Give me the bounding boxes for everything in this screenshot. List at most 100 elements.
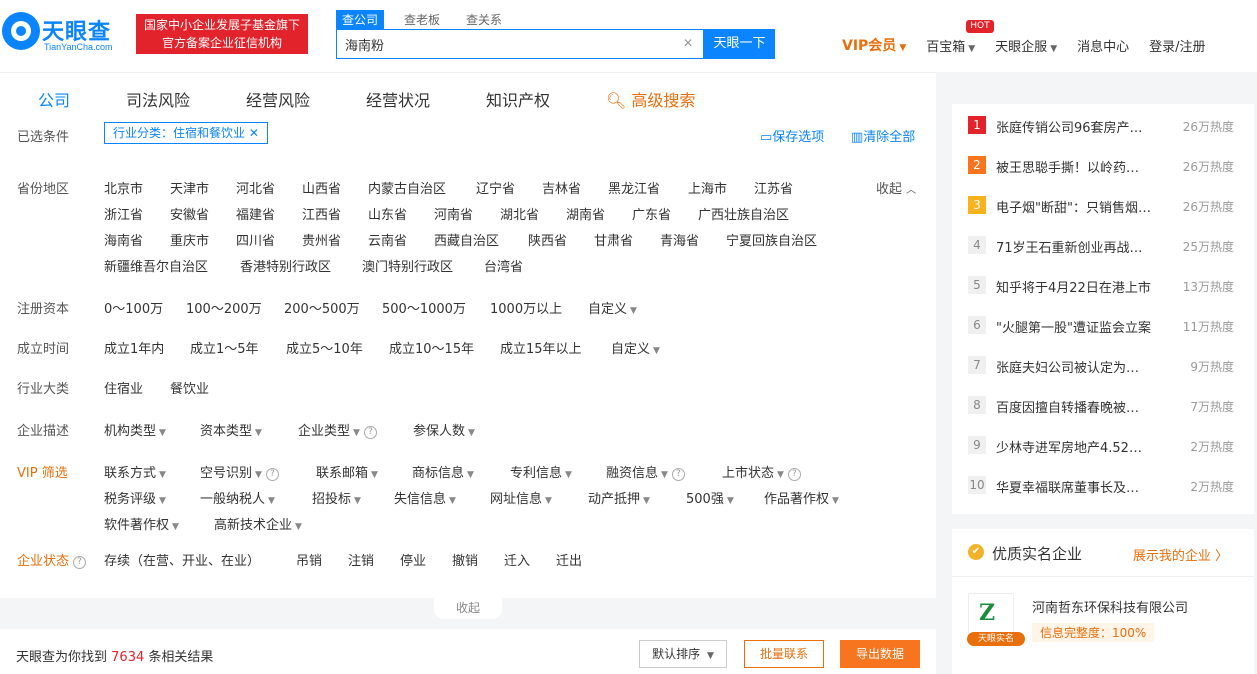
close-icon[interactable]: ✕ — [249, 126, 259, 140]
hot-title[interactable]: 百度因擅自转播春晚被… — [996, 397, 1156, 416]
province-option[interactable]: 澳门特别行政区 — [362, 256, 453, 275]
vip2-option[interactable]: 500强 ▼ — [686, 488, 734, 507]
search-button[interactable]: 天眼一下 — [704, 29, 775, 59]
message-center-link[interactable]: 消息中心 — [1077, 36, 1129, 55]
list-item[interactable]: 4 71岁王石重新创业再战… 25万热度 — [968, 236, 1248, 256]
province-option[interactable]: 广西壮族自治区 — [698, 204, 789, 223]
hot-title[interactable]: 71岁王石重新创业再战… — [996, 237, 1156, 256]
founded-option[interactable]: 成立5～10年 — [286, 338, 363, 357]
province-option[interactable]: 黑龙江省 — [608, 178, 660, 197]
status-option[interactable]: 撤销 — [452, 550, 478, 569]
login-register-link[interactable]: 登录/注册 — [1149, 36, 1205, 55]
province-option[interactable]: 香港特别行政区 — [240, 256, 331, 275]
desc-option[interactable]: 参保人数 ▼ — [413, 420, 475, 439]
province-option[interactable]: 甘肃省 — [594, 230, 633, 249]
founded-option[interactable]: 成立10～15年 — [389, 338, 474, 357]
list-item[interactable]: 2 被王思聪手撕！以岭药… 26万热度 — [968, 156, 1248, 176]
province-option[interactable]: 浙江省 — [104, 204, 143, 223]
vip1-option[interactable]: 联系方式 ▼ — [104, 462, 166, 481]
vip3-option[interactable]: 软件著作权 ▼ — [104, 514, 179, 533]
capital-option[interactable]: 100～200万 — [186, 298, 262, 317]
desc-option[interactable]: 企业类型 ▼? — [298, 420, 377, 439]
hot-title[interactable]: 被王思聪手撕！以岭药… — [996, 157, 1156, 176]
province-option[interactable]: 江苏省 — [754, 178, 793, 197]
province-option[interactable]: 天津市 — [170, 178, 209, 197]
vip2-option[interactable]: 网址信息 ▼ — [490, 488, 552, 507]
search-tab-company[interactable]: 查公司 — [336, 10, 385, 29]
status-option[interactable]: 迁入 — [504, 550, 530, 569]
vip1-option[interactable]: 融资信息 ▼? — [606, 462, 685, 481]
province-option[interactable]: 台湾省 — [484, 256, 523, 275]
province-option[interactable]: 宁夏回族自治区 — [726, 230, 817, 249]
province-option[interactable]: 四川省 — [236, 230, 275, 249]
province-option[interactable]: 上海市 — [688, 178, 727, 197]
list-item[interactable]: 8 百度因擅自转播春晚被… 7万热度 — [968, 396, 1248, 416]
list-item[interactable]: 6 "火腿第一股"遭证监会立案 11万热度 — [968, 316, 1248, 336]
industry-option[interactable]: 住宿业 — [104, 378, 143, 397]
vip1-option[interactable]: 专利信息 ▼ — [510, 462, 572, 481]
vip2-option[interactable]: 税务评级 ▼ — [104, 488, 166, 507]
province-option[interactable]: 吉林省 — [542, 178, 581, 197]
show-my-company-link[interactable]: 展示我的企业 〉 — [1133, 545, 1228, 564]
province-option[interactable]: 安徽省 — [170, 204, 209, 223]
help-icon[interactable]: ? — [787, 468, 801, 481]
hot-title[interactable]: 张庭传销公司96套房产… — [996, 117, 1156, 136]
vip2-option[interactable]: 失信信息 ▼ — [394, 488, 456, 507]
tab-company[interactable]: 公司 — [38, 87, 70, 111]
province-option[interactable]: 湖北省 — [500, 204, 539, 223]
province-option[interactable]: 福建省 — [236, 204, 275, 223]
company-logo[interactable]: Z 天眼实名 — [967, 593, 1025, 646]
status-option[interactable]: 存续（在营、开业、在业） — [104, 550, 260, 569]
qifu-menu[interactable]: 天眼企服 ▼ — [995, 36, 1057, 55]
hot-title[interactable]: "火腿第一股"遭证监会立案 — [996, 317, 1156, 336]
baibaoxiang-menu[interactable]: 百宝箱 ▼ HOT — [926, 19, 994, 55]
search-tab-boss[interactable]: 查老板 — [398, 10, 446, 29]
hot-title[interactable]: 华夏幸福联席董事长及… — [996, 477, 1156, 496]
list-item[interactable]: 1 张庭传销公司96套房产… 26万热度 — [968, 116, 1248, 136]
province-option[interactable]: 西藏自治区 — [434, 230, 499, 249]
capital-option[interactable]: 0～100万 — [104, 298, 163, 317]
list-item[interactable]: 5 知乎将于4月22日在港上市 13万热度 — [968, 276, 1248, 296]
province-option[interactable]: 海南省 — [104, 230, 143, 249]
list-item[interactable]: 10 华夏幸福联席董事长及… 2万热度 — [968, 476, 1248, 496]
capital-option[interactable]: 1000万以上 — [490, 298, 562, 317]
hot-title[interactable]: 知乎将于4月22日在港上市 — [996, 277, 1156, 296]
tab-judicial-risk[interactable]: 司法风险 — [126, 87, 190, 111]
province-option[interactable]: 辽宁省 — [476, 178, 515, 197]
status-option[interactable]: 停业 — [400, 550, 426, 569]
vip1-option[interactable]: 联系邮箱 ▼ — [316, 462, 378, 481]
province-option[interactable]: 山西省 — [302, 178, 341, 197]
vip1-option[interactable]: 商标信息 ▼ — [412, 462, 474, 481]
province-option[interactable]: 新疆维吾尔自治区 — [104, 256, 208, 275]
hot-title[interactable]: 电子烟"断甜"：只销售烟… — [996, 197, 1156, 216]
vip2-option[interactable]: 一般纳税人 ▼ — [200, 488, 275, 507]
search-input[interactable] — [337, 30, 667, 58]
search-tab-relation[interactable]: 查关系 — [460, 10, 508, 29]
province-option[interactable]: 重庆市 — [170, 230, 209, 249]
list-item[interactable]: 9 少林寺进军房地产4.52… 2万热度 — [968, 436, 1248, 456]
export-data-button[interactable]: 导出数据 — [840, 640, 920, 668]
province-option[interactable]: 青海省 — [660, 230, 699, 249]
founded-option[interactable]: 成立1年内 — [104, 338, 164, 357]
vip1-option[interactable]: 上市状态 ▼? — [722, 462, 801, 481]
site-logo[interactable]: 天眼查 TianYanCha.com — [0, 8, 135, 60]
vip3-option[interactable]: 高新技术企业 ▼ — [214, 514, 302, 533]
clear-icon[interactable]: ✕ — [683, 36, 693, 50]
tab-ip[interactable]: 知识产权 — [486, 87, 550, 111]
province-option[interactable]: 陕西省 — [528, 230, 567, 249]
province-option[interactable]: 湖南省 — [566, 204, 605, 223]
help-icon[interactable]: ? — [671, 468, 685, 481]
founded-option[interactable]: 成立15年以上 — [500, 338, 582, 357]
tab-advanced-search[interactable]: 🔍︎ 高级搜索 — [606, 87, 695, 111]
province-option[interactable]: 云南省 — [368, 230, 407, 249]
batch-contact-button[interactable]: 批量联系 — [744, 640, 824, 668]
status-option[interactable]: 注销 — [348, 550, 374, 569]
tab-operating-status[interactable]: 经营状况 — [366, 87, 430, 111]
vip1-option[interactable]: 空号识别 ▼? — [200, 462, 279, 481]
vip-menu[interactable]: VIP会员 ▼ — [842, 35, 906, 55]
list-item[interactable]: 3 电子烟"断甜"：只销售烟… 26万热度 — [968, 196, 1248, 216]
province-option[interactable]: 贵州省 — [302, 230, 341, 249]
province-option[interactable]: 北京市 — [104, 178, 143, 197]
save-options-link[interactable]: ▭保存选项 — [760, 126, 824, 145]
capital-option[interactable]: 自定义 ▼ — [588, 298, 637, 317]
